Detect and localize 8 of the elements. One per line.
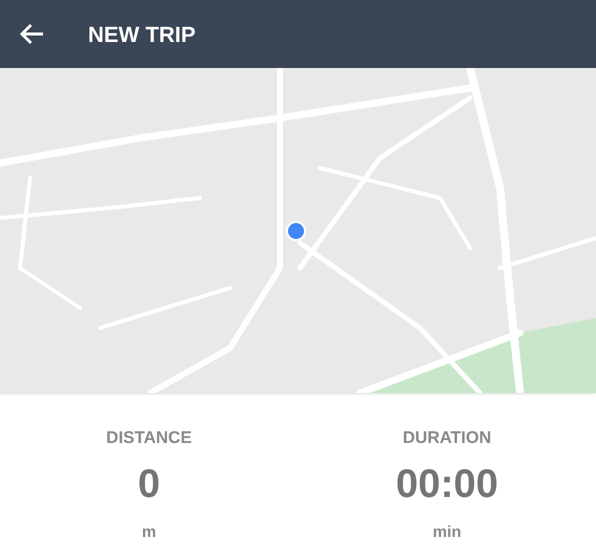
stat-value: 0 xyxy=(138,460,160,508)
stat-value: 00:00 xyxy=(396,460,498,508)
screen-title: NEW TRIP xyxy=(88,20,196,48)
stat-label: DISTANCE xyxy=(106,427,192,449)
stat-unit: m xyxy=(142,522,156,542)
back-arrow-icon xyxy=(19,23,45,45)
stat-unit: min xyxy=(432,522,462,542)
stat-label: DURATION xyxy=(402,427,492,449)
